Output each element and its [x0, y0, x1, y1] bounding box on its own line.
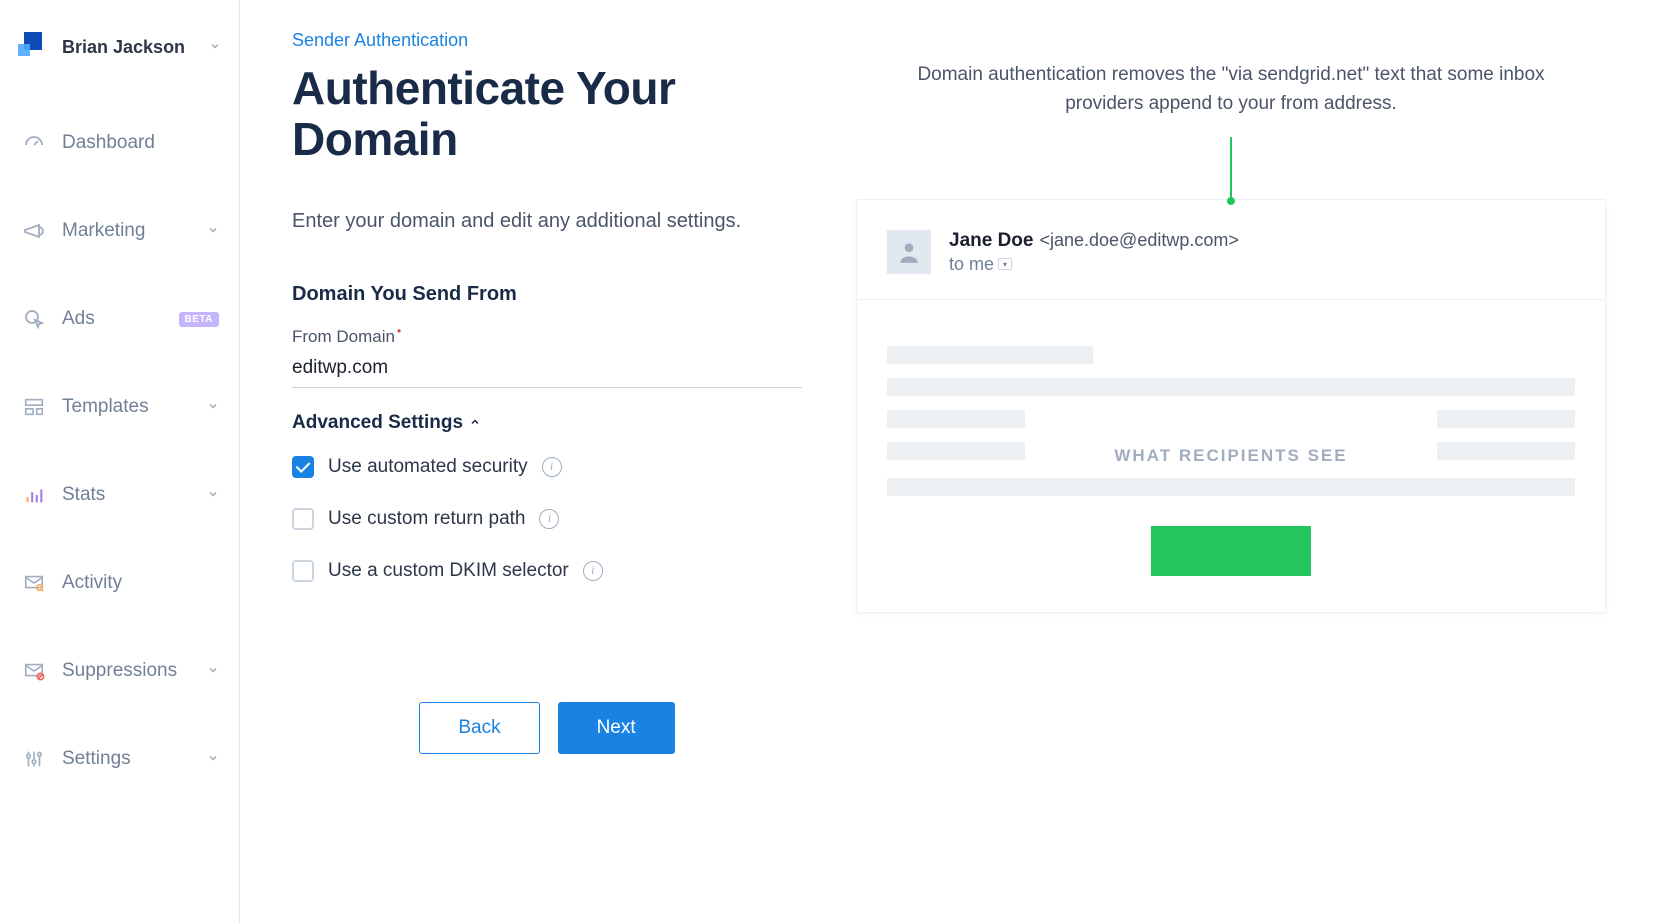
option-label: Use automated security	[328, 456, 528, 478]
breadcrumb[interactable]: Sender Authentication	[292, 30, 802, 51]
checkbox-automated-security[interactable]	[292, 456, 314, 478]
app-logo	[18, 32, 48, 62]
sidebar-item-label: Stats	[62, 484, 207, 506]
next-button[interactable]: Next	[558, 702, 675, 754]
beta-badge: BETA	[179, 312, 219, 327]
preview-from-email: <jane.doe@editwp.com>	[1039, 230, 1238, 251]
option-label: Use a custom DKIM selector	[328, 560, 569, 582]
sidebar-item-dashboard[interactable]: Dashboard	[0, 118, 239, 168]
option-custom-dkim: Use a custom DKIM selector i	[292, 560, 802, 582]
gauge-icon	[20, 132, 48, 154]
pointer-line	[856, 137, 1606, 201]
page-title: Authenticate Your Domain	[292, 63, 802, 164]
sidebar: Brian Jackson Dashboard Marketing Ads BE…	[0, 0, 240, 923]
user-name: Brian Jackson	[62, 37, 209, 58]
sliders-icon	[20, 748, 48, 770]
info-icon[interactable]: i	[542, 457, 562, 477]
checkbox-custom-return-path[interactable]	[292, 508, 314, 530]
option-label: Use custom return path	[328, 508, 525, 530]
chevron-up-icon	[469, 412, 481, 434]
chevron-down-icon	[209, 39, 221, 55]
sidebar-item-label: Ads	[62, 308, 173, 330]
preview-cta-placeholder	[1151, 526, 1311, 576]
chevron-down-icon	[207, 663, 219, 679]
sidebar-item-label: Settings	[62, 748, 207, 770]
sidebar-item-settings[interactable]: Settings	[0, 734, 239, 784]
bar-chart-icon	[20, 484, 48, 506]
advanced-settings-toggle[interactable]: Advanced Settings	[292, 412, 802, 434]
preview-caption: Domain authentication removes the "via s…	[856, 60, 1606, 119]
preview-to-line: to me ▾	[949, 254, 1239, 275]
section-title-domain: Domain You Send From	[292, 283, 802, 306]
sidebar-item-label: Templates	[62, 396, 207, 418]
mail-blocked-icon	[20, 660, 48, 682]
option-automated-security: Use automated security i	[292, 456, 802, 478]
sidebar-item-label: Suppressions	[62, 660, 207, 682]
from-domain-input[interactable]	[292, 351, 802, 388]
user-menu[interactable]: Brian Jackson	[0, 24, 239, 70]
dropdown-icon: ▾	[998, 258, 1012, 270]
sidebar-item-suppressions[interactable]: Suppressions	[0, 646, 239, 696]
from-domain-label: From Domain•	[292, 329, 401, 346]
chevron-down-icon	[207, 223, 219, 239]
sidebar-item-marketing[interactable]: Marketing	[0, 206, 239, 256]
preview-from-name: Jane Doe	[949, 230, 1033, 252]
preview-column: Domain authentication removes the "via s…	[856, 30, 1606, 923]
layout-icon	[20, 396, 48, 418]
chevron-down-icon	[207, 399, 219, 415]
inbox-preview-card: Jane Doe <jane.doe@editwp.com> to me ▾	[856, 199, 1606, 613]
checkbox-custom-dkim[interactable]	[292, 560, 314, 582]
megaphone-icon	[20, 220, 48, 242]
chevron-down-icon	[207, 487, 219, 503]
back-button[interactable]: Back	[419, 702, 539, 754]
option-custom-return-path: Use custom return path i	[292, 508, 802, 530]
sidebar-item-label: Marketing	[62, 220, 207, 242]
info-icon[interactable]: i	[583, 561, 603, 581]
sidebar-item-templates[interactable]: Templates	[0, 382, 239, 432]
main: Sender Authentication Authenticate Your …	[240, 0, 1662, 923]
sidebar-item-activity[interactable]: Activity	[0, 558, 239, 608]
avatar-icon	[887, 230, 931, 274]
preview-watermark: WHAT RECIPIENTS SEE	[857, 446, 1605, 466]
sidebar-item-label: Dashboard	[62, 132, 219, 154]
inbox-header: Jane Doe <jane.doe@editwp.com> to me ▾	[857, 200, 1605, 300]
mail-search-icon	[20, 572, 48, 594]
chevron-down-icon	[207, 751, 219, 767]
cursor-click-icon	[20, 308, 48, 330]
sidebar-item-stats[interactable]: Stats	[0, 470, 239, 520]
required-indicator: •	[397, 324, 401, 338]
button-row: Back Next	[292, 702, 802, 754]
sidebar-item-label: Activity	[62, 572, 219, 594]
form-column: Sender Authentication Authenticate Your …	[292, 30, 802, 923]
inbox-body: WHAT RECIPIENTS SEE	[857, 300, 1605, 612]
page-helper: Enter your domain and edit any additiona…	[292, 206, 802, 237]
info-icon[interactable]: i	[539, 509, 559, 529]
sidebar-item-ads[interactable]: Ads BETA	[0, 294, 239, 344]
